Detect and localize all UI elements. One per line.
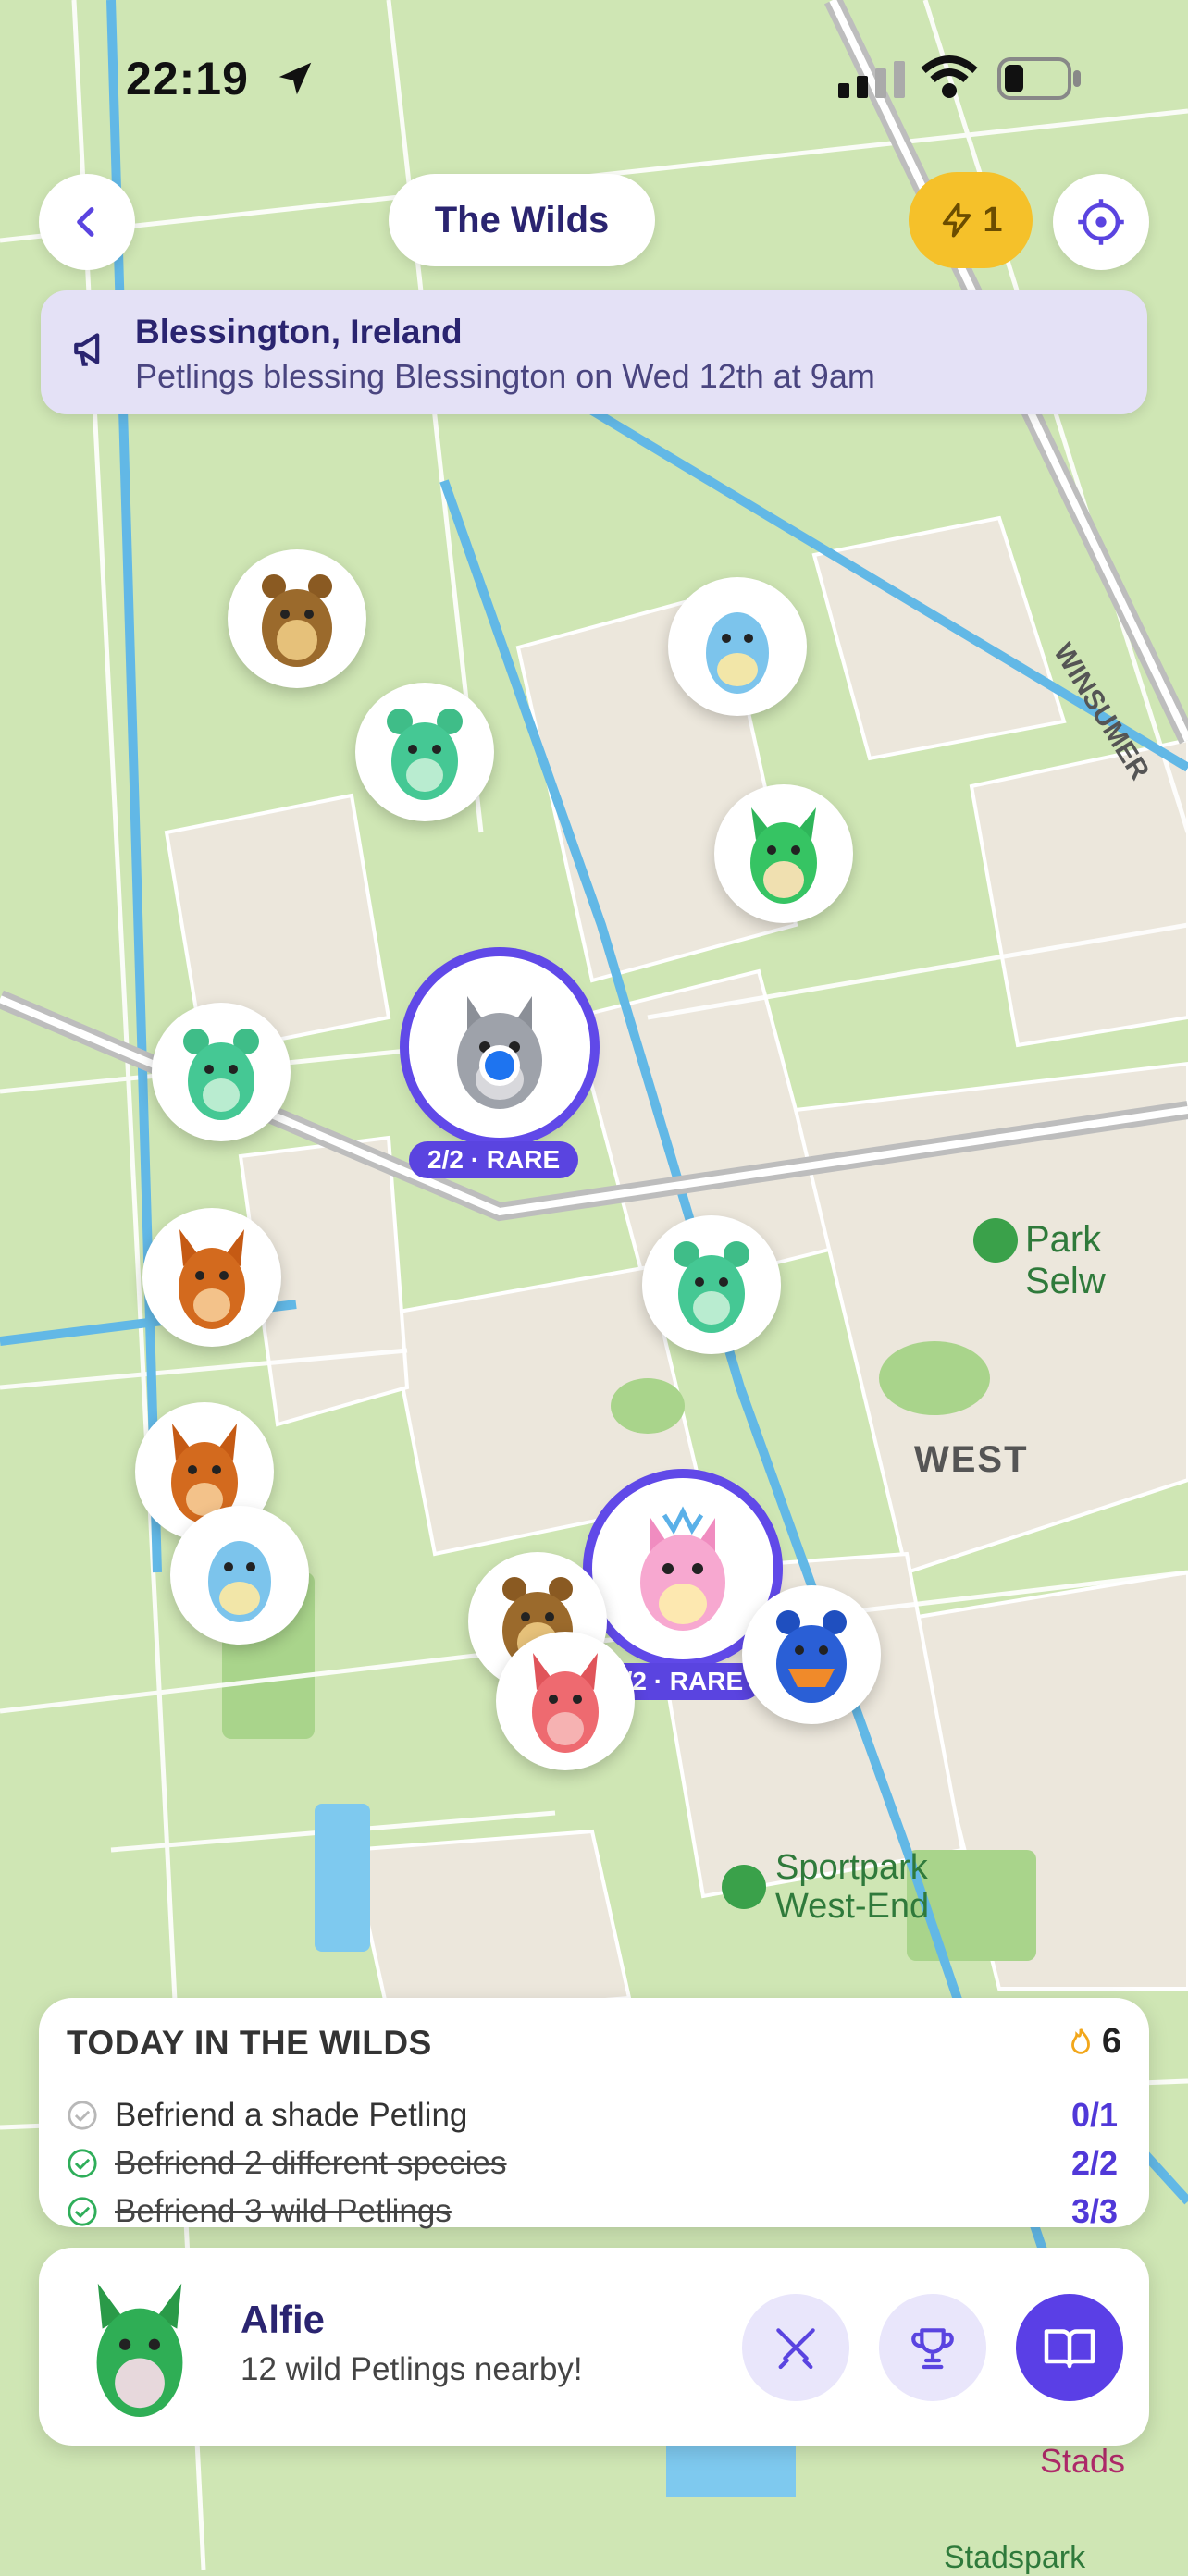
petling-marker-red-fox[interactable]: [496, 1632, 635, 1770]
quest-item: Befriend 3 wild Petlings 3/3: [67, 2188, 1118, 2235]
quest-text: Befriend a shade Petling: [115, 2097, 468, 2133]
petling-marker-rare-grey[interactable]: [409, 956, 590, 1138]
check-circle-icon: [68, 2101, 97, 2130]
quest-progress: 2/2: [1070, 2144, 1118, 2182]
wifi-icon: [920, 55, 979, 105]
event-banner[interactable]: Blessington, Ireland Petlings blessing B…: [41, 290, 1147, 414]
crosshair-icon: [1078, 199, 1124, 245]
energy-count: 1: [983, 200, 1003, 240]
petling-marker-orange-fox-1[interactable]: [142, 1208, 281, 1347]
petling-marker-blue-dino-2[interactable]: [170, 1506, 309, 1645]
lightning-icon: [943, 203, 971, 238]
map-label-district: WEST: [914, 1439, 1029, 1480]
back-button[interactable]: [39, 174, 135, 270]
map-label-park: Park Selw: [1025, 1219, 1106, 1301]
recenter-button[interactable]: [1053, 174, 1149, 270]
banner-message: Petlings blessing Blessington on Wed 12t…: [135, 357, 875, 395]
check-circle-icon: [68, 2149, 97, 2178]
megaphone-icon: [74, 333, 100, 366]
back-icon: [77, 207, 94, 237]
streak-count: 6: [1101, 2022, 1121, 2061]
page-title: The Wilds: [389, 174, 655, 266]
petling-marker-blue-bear[interactable]: [742, 1585, 881, 1724]
quest-text: Befriend 2 different species: [115, 2145, 507, 2181]
banner-location: Blessington, Ireland: [135, 313, 463, 351]
book-icon: [1044, 2329, 1095, 2369]
daily-quests-card: TODAY IN THE WILDS 6 Befriend a shade Pe…: [39, 1998, 1149, 2230]
battle-button[interactable]: [742, 2294, 849, 2401]
status-time: 22:19: [126, 53, 249, 105]
petling-marker-green-mouse-3[interactable]: [642, 1215, 781, 1354]
quest-item: Befriend 2 different species 2/2: [67, 2140, 1118, 2187]
location-arrow-icon: [274, 57, 316, 105]
rare-tag: 2/2 · RARE: [409, 1141, 579, 1178]
battery-icon: [997, 57, 1083, 105]
petling-marker-blue-dino[interactable]: [668, 577, 807, 716]
map-label-stadspark: Stadspark: [944, 2540, 1086, 2575]
check-circle-icon: [68, 2197, 97, 2226]
petling-marker-green-cat[interactable]: [714, 784, 853, 923]
flame-icon: [1070, 2028, 1090, 2054]
streak-badge: 6: [1065, 2022, 1121, 2062]
signal-icon: [838, 61, 909, 103]
petling-marker-green-mouse-2[interactable]: [152, 1003, 291, 1141]
quest-progress: 0/1: [1070, 2096, 1118, 2134]
map-label-stads: Stads: [1040, 2442, 1126, 2480]
companion-status: 12 wild Petlings nearby!: [241, 2351, 583, 2387]
trophy-icon: [911, 2328, 954, 2370]
companion-avatar[interactable]: [89, 2272, 191, 2424]
map-label-sportpark-1: Sportpark: [775, 1848, 928, 1887]
petling-marker-green-mouse-1[interactable]: [355, 683, 494, 821]
petdex-button[interactable]: [1016, 2294, 1123, 2401]
trophy-button[interactable]: [879, 2294, 986, 2401]
quests-title: TODAY IN THE WILDS: [67, 2024, 432, 2062]
companion-card: Alfie 12 wild Petlings nearby!: [39, 2248, 1149, 2446]
map-label-sportpark-2: West-End: [775, 1887, 930, 1926]
quest-progress: 3/3: [1070, 2192, 1118, 2230]
quest-item: Befriend a shade Petling 0/1: [67, 2092, 1118, 2138]
petling-marker-brown-bear[interactable]: [228, 549, 366, 688]
swords-icon: [776, 2328, 815, 2370]
companion-name: Alfie: [241, 2298, 326, 2341]
quest-text: Befriend 3 wild Petlings: [115, 2193, 452, 2229]
energy-badge[interactable]: 1: [909, 172, 1033, 268]
